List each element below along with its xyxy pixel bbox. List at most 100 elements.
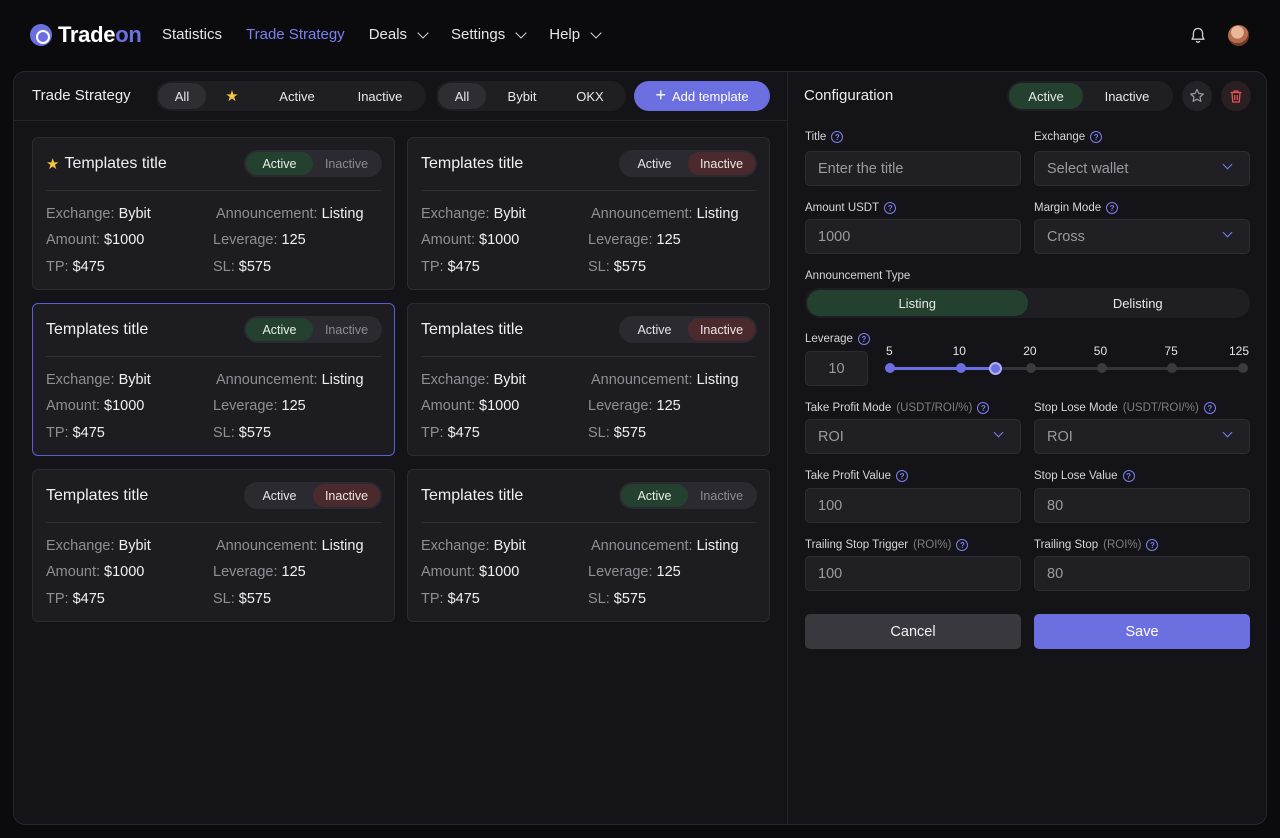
- logo-icon: [30, 24, 52, 46]
- template-card[interactable]: Templates title Active Inactive Exchange…: [32, 303, 395, 456]
- plus-icon: +: [655, 85, 666, 105]
- template-status-active[interactable]: Active: [246, 318, 313, 341]
- template-title: Templates title: [421, 487, 524, 504]
- template-card[interactable]: Templates title Active Inactive Exchange…: [32, 469, 395, 622]
- template-status-inactive[interactable]: Inactive: [313, 484, 380, 507]
- template-status-active[interactable]: Active: [621, 152, 688, 175]
- slider-tick-label: 10: [952, 344, 966, 358]
- help-icon[interactable]: ?: [956, 539, 969, 551]
- config-status-active[interactable]: Active: [1009, 83, 1083, 109]
- leverage-input[interactable]: 10: [805, 351, 868, 386]
- template-card[interactable]: Templates title Active Inactive Exchange…: [407, 469, 770, 622]
- nav-item-settings[interactable]: Settings: [451, 26, 527, 43]
- help-icon[interactable]: ?: [896, 470, 909, 482]
- logo[interactable]: Tradeon: [30, 22, 142, 48]
- template-leverage: Leverage: 125: [588, 398, 681, 414]
- template-status-active[interactable]: Active: [621, 318, 688, 341]
- template-announcement: Announcement: Listing: [591, 372, 739, 388]
- trailing-stop-input[interactable]: 80: [1034, 556, 1250, 591]
- exchange-filter-all[interactable]: All: [438, 83, 486, 109]
- template-amount: Amount: $1000: [421, 232, 520, 248]
- help-icon[interactable]: ?: [857, 333, 870, 345]
- template-exchange: Exchange: Bybit: [421, 206, 526, 222]
- config-status-inactive[interactable]: Inactive: [1085, 83, 1169, 109]
- slider-thumb[interactable]: [989, 361, 1003, 375]
- announcement-listing[interactable]: Listing: [807, 290, 1028, 316]
- slider-tick[interactable]: [1026, 363, 1037, 373]
- template-status-inactive[interactable]: Inactive: [688, 152, 755, 175]
- avatar[interactable]: [1228, 25, 1249, 46]
- star-icon: ★: [46, 156, 60, 173]
- help-icon[interactable]: ?: [1203, 402, 1216, 414]
- nav-item-trade-strategy[interactable]: Trade Strategy: [246, 26, 345, 43]
- tp-value-input[interactable]: 100: [805, 488, 1021, 523]
- slider-tick[interactable]: [955, 363, 966, 373]
- tp-mode-select[interactable]: ROI: [805, 419, 1021, 454]
- margin-mode-select[interactable]: Cross: [1034, 219, 1250, 254]
- template-status-inactive[interactable]: Inactive: [688, 484, 755, 507]
- template-status-inactive[interactable]: Inactive: [313, 318, 380, 341]
- help-icon[interactable]: ?: [1146, 539, 1159, 551]
- card-divider: [421, 522, 756, 523]
- template-status-inactive[interactable]: Inactive: [313, 152, 380, 175]
- template-title: ★ Templates title: [46, 155, 167, 173]
- help-icon[interactable]: ?: [1106, 202, 1119, 214]
- template-status-toggle: Active Inactive: [244, 316, 382, 343]
- status-filter-active[interactable]: Active: [258, 83, 336, 109]
- exchange-filter-okx[interactable]: OKX: [558, 83, 622, 109]
- slider-tick[interactable]: [1096, 363, 1107, 373]
- title-input[interactable]: Enter the title: [805, 151, 1021, 186]
- chevron-down-icon: [993, 427, 1004, 438]
- nav-item-deals[interactable]: Deals: [369, 26, 429, 43]
- exchange-select[interactable]: Select wallet: [1034, 151, 1250, 186]
- template-tp: TP: $475: [46, 591, 105, 607]
- help-icon[interactable]: ?: [1090, 131, 1103, 143]
- template-card[interactable]: ★ Templates title Active Inactive Exchan…: [32, 137, 395, 290]
- chevron-down-icon: [590, 26, 602, 39]
- nav-item-statistics[interactable]: Statistics: [162, 26, 222, 43]
- favorite-button[interactable]: [1182, 81, 1212, 111]
- slider-tick[interactable]: [885, 363, 895, 373]
- top-bar: Tradeon Statistics Trade Strategy Deals Set…: [0, 0, 1280, 70]
- template-card[interactable]: Templates title Active Inactive Exchange…: [407, 137, 770, 290]
- slider-tick-label: 125: [1229, 344, 1250, 358]
- status-filter-inactive[interactable]: Inactive: [338, 83, 422, 109]
- trailing-trigger-input[interactable]: 100: [805, 556, 1021, 591]
- slider-tick[interactable]: [1238, 363, 1248, 373]
- bell-icon[interactable]: [1190, 27, 1206, 44]
- help-icon[interactable]: ?: [1122, 470, 1135, 482]
- help-icon[interactable]: ?: [831, 131, 844, 143]
- chevron-down-icon: [515, 26, 527, 39]
- template-announcement: Announcement: Listing: [216, 538, 364, 554]
- cancel-button[interactable]: Cancel: [805, 614, 1021, 649]
- template-status-active[interactable]: Active: [621, 484, 688, 507]
- template-exchange: Exchange: Bybit: [421, 372, 526, 388]
- save-button[interactable]: Save: [1034, 614, 1250, 649]
- slider-tick[interactable]: [1167, 363, 1178, 373]
- strategy-header-divider: [14, 120, 787, 121]
- help-icon[interactable]: ?: [884, 202, 897, 214]
- chevron-down-icon: [1222, 159, 1233, 170]
- status-filter-all[interactable]: All: [158, 83, 206, 109]
- nav-item-help[interactable]: Help: [549, 26, 602, 43]
- sl-mode-select[interactable]: ROI: [1034, 419, 1250, 454]
- logo-text: Tradeon: [58, 22, 142, 47]
- template-title: Templates title: [421, 321, 524, 338]
- announcement-delisting[interactable]: Delisting: [1028, 290, 1249, 316]
- add-template-button[interactable]: + Add template: [634, 81, 770, 111]
- template-status-active[interactable]: Active: [246, 484, 313, 507]
- template-card[interactable]: Templates title Active Inactive Exchange…: [407, 303, 770, 456]
- template-status-active[interactable]: Active: [246, 152, 313, 175]
- help-icon[interactable]: ?: [977, 402, 990, 414]
- amount-input[interactable]: 1000: [805, 219, 1021, 254]
- status-filter-favorite[interactable]: ★: [208, 83, 256, 109]
- template-sl: SL: $575: [213, 591, 272, 607]
- sl-value-input[interactable]: 80: [1034, 488, 1250, 523]
- exchange-filter-bybit[interactable]: Bybit: [488, 83, 556, 109]
- slider-tick-label: 20: [1023, 344, 1037, 358]
- template-announcement: Announcement: Listing: [591, 538, 739, 554]
- card-divider: [46, 356, 381, 357]
- template-exchange: Exchange: Bybit: [46, 372, 151, 388]
- delete-button[interactable]: [1221, 81, 1251, 111]
- template-status-inactive[interactable]: Inactive: [688, 318, 755, 341]
